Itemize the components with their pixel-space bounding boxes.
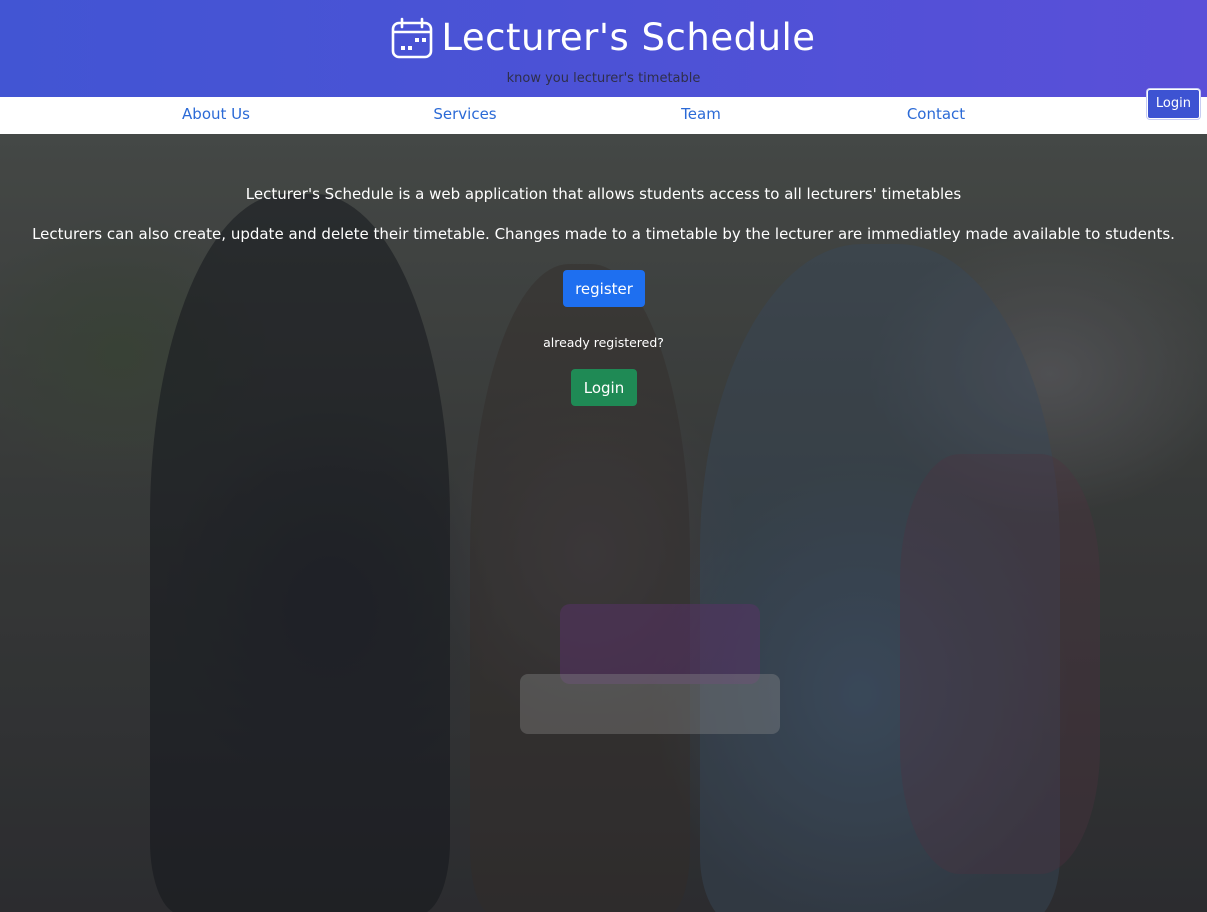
hero-section: Lecturer's Schedule is a web application…	[0, 134, 1207, 912]
already-registered-text: already registered?	[543, 335, 664, 350]
intro-text-1: Lecturer's Schedule is a web application…	[245, 185, 962, 203]
page-title: Lecturer's Schedule	[441, 16, 816, 59]
header-login-button[interactable]: Login	[1146, 89, 1200, 119]
site-header: Lecturer's Schedule know you lecturer's …	[0, 0, 1207, 97]
calendar-icon	[391, 17, 433, 59]
intro-text-2: Lecturers can also create, update and de…	[32, 225, 1175, 243]
hero-overlay	[0, 134, 1207, 912]
login-button[interactable]: Login	[571, 369, 637, 406]
tagline: know you lecturer's timetable	[506, 71, 701, 86]
nav-item-about-us[interactable]: About Us	[182, 105, 250, 123]
nav-item-contact[interactable]: Contact	[907, 105, 965, 123]
nav-item-services[interactable]: Services	[433, 105, 496, 123]
nav-item-team[interactable]: Team	[681, 105, 721, 123]
main-nav: About Us Services Team Contact	[0, 97, 1207, 134]
title-row: Lecturer's Schedule	[0, 16, 1207, 60]
register-button[interactable]: register	[563, 270, 645, 307]
